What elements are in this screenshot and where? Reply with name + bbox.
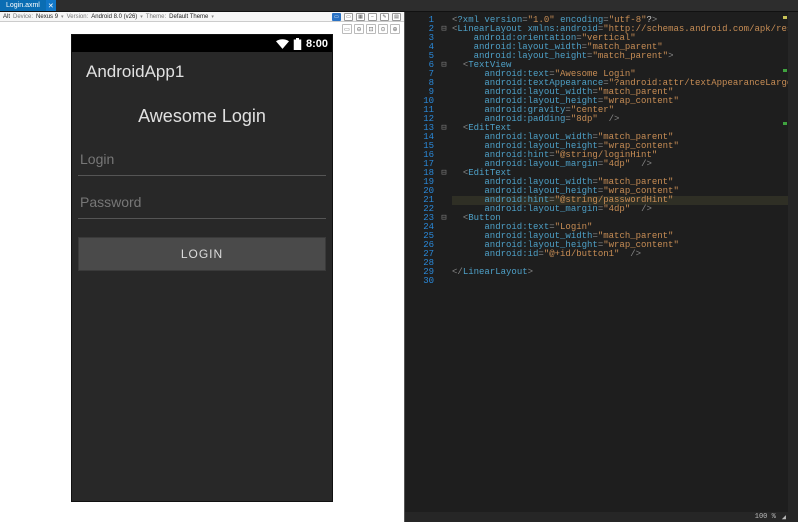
theme-label: Theme: xyxy=(146,14,166,20)
code-area[interactable]: <?xml version="1.0" encoding="utf-8"?><L… xyxy=(448,12,798,522)
chevron-down-icon: ▾ xyxy=(211,14,214,20)
theme-value[interactable]: Default Theme xyxy=(169,14,208,20)
alt-icon: Alt xyxy=(3,14,10,20)
tab-login-axml[interactable]: Login.axml xyxy=(0,0,46,11)
code-editor[interactable]: 1234567891011121314151617181920212223242… xyxy=(405,12,798,522)
device-toolbar: Alt Device: Nexus 9 ▾ Version: Android 8… xyxy=(0,12,404,22)
resize-grip-icon[interactable]: ◢ xyxy=(782,513,786,522)
close-icon: ✕ xyxy=(48,2,54,10)
device-label: Device: xyxy=(13,14,33,20)
phone-preview: 8:00 AndroidApp1 Awesome Login LOGIN xyxy=(71,34,333,502)
line-number-gutter: 1234567891011121314151617181920212223242… xyxy=(405,12,440,522)
login-button[interactable]: LOGIN xyxy=(78,237,326,271)
zoom-reset-icon[interactable]: ⊡ xyxy=(366,24,376,34)
fit-icon[interactable]: ▭ xyxy=(342,24,352,34)
app-name: AndroidApp1 xyxy=(86,62,184,82)
orientation-landscape-icon[interactable]: ▭ xyxy=(344,13,353,21)
designer-pane: Alt Device: Nexus 9 ▾ Version: Android 8… xyxy=(0,12,405,522)
login-input[interactable] xyxy=(78,141,326,176)
fold-gutter: ⊟⊟⊟⊟⊟ xyxy=(440,12,448,522)
version-value[interactable]: Android 8.0 (v26) xyxy=(91,14,137,20)
marker-column xyxy=(783,16,787,175)
horizontal-scrollbar[interactable]: 100 % ◢ xyxy=(405,512,798,522)
designer-surface[interactable]: ▭ ⊖ ⊡ ⊙ ⊕ 8:00 AndroidApp1 xyxy=(0,22,404,522)
chevron-down-icon: ▾ xyxy=(140,14,143,20)
tab-close-button[interactable]: ✕ xyxy=(46,0,56,11)
wifi-icon xyxy=(276,39,289,49)
screen-title: Awesome Login xyxy=(76,92,328,137)
change-marker-icon xyxy=(783,16,787,19)
zoom-in-icon[interactable]: ⊕ xyxy=(390,24,400,34)
zoom-toolbar: ▭ ⊖ ⊡ ⊙ ⊕ xyxy=(342,24,400,34)
password-input[interactable] xyxy=(78,184,326,219)
tab-label: Login.axml xyxy=(6,2,40,9)
vertical-scrollbar[interactable] xyxy=(788,12,798,512)
zoom-actual-icon[interactable]: ⊙ xyxy=(378,24,388,34)
settings-icon[interactable]: ▤ xyxy=(392,13,401,21)
battery-icon xyxy=(293,38,302,50)
edit-icon[interactable]: ✎ xyxy=(380,13,389,21)
version-label: Version: xyxy=(67,14,89,20)
clock-text: 8:00 xyxy=(306,38,328,50)
tab-bar: Login.axml ✕ xyxy=(0,0,798,12)
orientation-portrait-icon[interactable]: ▭ xyxy=(332,13,341,21)
android-status-bar: 8:00 xyxy=(72,35,332,52)
saved-marker-icon xyxy=(783,69,787,72)
chevron-down-icon: ▾ xyxy=(61,14,64,20)
saved-marker-icon xyxy=(783,122,787,125)
app-bar: AndroidApp1 xyxy=(72,52,332,92)
refresh-icon[interactable]: − xyxy=(368,13,377,21)
zoom-out-icon[interactable]: ⊖ xyxy=(354,24,364,34)
grid-icon[interactable]: ▦ xyxy=(356,13,365,21)
device-value[interactable]: Nexus 9 xyxy=(36,14,58,20)
zoom-level: 100 % xyxy=(755,513,776,521)
